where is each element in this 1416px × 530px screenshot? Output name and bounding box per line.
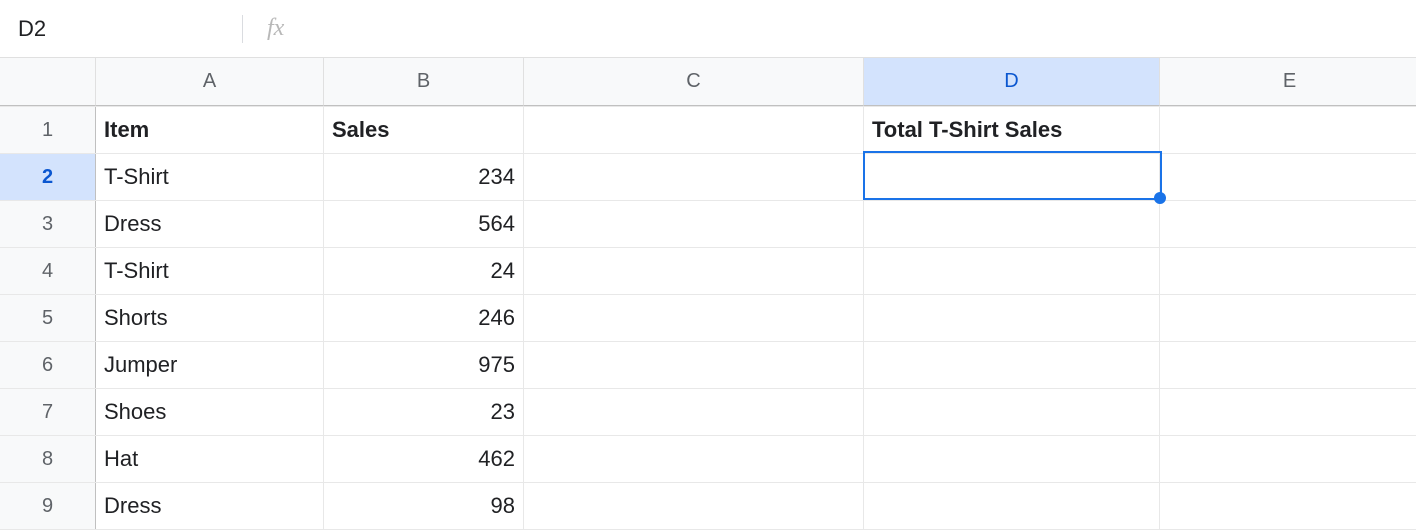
select-all-corner[interactable] bbox=[0, 58, 96, 106]
cell-E5[interactable] bbox=[1160, 295, 1416, 341]
cell-C9[interactable] bbox=[524, 483, 864, 529]
cell-C2[interactable] bbox=[524, 154, 864, 200]
row-header-4[interactable]: 4 bbox=[0, 248, 96, 294]
cell-A6[interactable]: Jumper bbox=[96, 342, 324, 388]
divider bbox=[242, 15, 243, 43]
col-header-B[interactable]: B bbox=[324, 58, 524, 106]
row-9: 9 Dress 98 bbox=[0, 483, 1416, 530]
cell-B3[interactable]: 564 bbox=[324, 201, 524, 247]
col-header-C[interactable]: C bbox=[524, 58, 864, 106]
row-8: 8 Hat 462 bbox=[0, 436, 1416, 483]
cell-C4[interactable] bbox=[524, 248, 864, 294]
cell-B5[interactable]: 246 bbox=[324, 295, 524, 341]
cell-E9[interactable] bbox=[1160, 483, 1416, 529]
cell-E7[interactable] bbox=[1160, 389, 1416, 435]
row-header-5[interactable]: 5 bbox=[0, 295, 96, 341]
cell-B1[interactable]: Sales bbox=[324, 107, 524, 153]
row-3: 3 Dress 564 bbox=[0, 201, 1416, 248]
column-header-row: A B C D E bbox=[0, 58, 1416, 107]
cell-D7[interactable] bbox=[864, 389, 1160, 435]
row-6: 6 Jumper 975 bbox=[0, 342, 1416, 389]
cell-A5[interactable]: Shorts bbox=[96, 295, 324, 341]
row-2: 2 T-Shirt 234 bbox=[0, 154, 1416, 201]
cell-E8[interactable] bbox=[1160, 436, 1416, 482]
cell-B9[interactable]: 98 bbox=[324, 483, 524, 529]
spreadsheet-grid: A B C D E 1 Item Sales Total T-Shirt Sal… bbox=[0, 58, 1416, 530]
fx-icon: fx bbox=[267, 15, 284, 42]
cell-C5[interactable] bbox=[524, 295, 864, 341]
cell-E1[interactable] bbox=[1160, 107, 1416, 153]
row-4: 4 T-Shirt 24 bbox=[0, 248, 1416, 295]
col-header-D[interactable]: D bbox=[864, 58, 1160, 106]
formula-bar: fx bbox=[0, 0, 1416, 58]
cell-E3[interactable] bbox=[1160, 201, 1416, 247]
cell-C7[interactable] bbox=[524, 389, 864, 435]
cell-E6[interactable] bbox=[1160, 342, 1416, 388]
cell-E2[interactable] bbox=[1160, 154, 1416, 200]
row-header-9[interactable]: 9 bbox=[0, 483, 96, 529]
row-header-1[interactable]: 1 bbox=[0, 107, 96, 153]
row-7: 7 Shoes 23 bbox=[0, 389, 1416, 436]
cell-A7[interactable]: Shoes bbox=[96, 389, 324, 435]
cell-A2[interactable]: T-Shirt bbox=[96, 154, 324, 200]
name-box-input[interactable] bbox=[18, 16, 306, 42]
cell-C3[interactable] bbox=[524, 201, 864, 247]
cell-D6[interactable] bbox=[864, 342, 1160, 388]
cell-D9[interactable] bbox=[864, 483, 1160, 529]
cell-B6[interactable]: 975 bbox=[324, 342, 524, 388]
cell-A9[interactable]: Dress bbox=[96, 483, 324, 529]
col-header-E[interactable]: E bbox=[1160, 58, 1416, 106]
row-1: 1 Item Sales Total T-Shirt Sales bbox=[0, 107, 1416, 154]
cell-C8[interactable] bbox=[524, 436, 864, 482]
formula-input[interactable] bbox=[298, 17, 1398, 40]
name-box-wrap[interactable] bbox=[18, 16, 218, 42]
cell-B4[interactable]: 24 bbox=[324, 248, 524, 294]
cell-E4[interactable] bbox=[1160, 248, 1416, 294]
col-header-A[interactable]: A bbox=[96, 58, 324, 106]
cell-B7[interactable]: 23 bbox=[324, 389, 524, 435]
cell-D3[interactable] bbox=[864, 201, 1160, 247]
cell-B2[interactable]: 234 bbox=[324, 154, 524, 200]
cell-C1[interactable] bbox=[524, 107, 864, 153]
cell-A8[interactable]: Hat bbox=[96, 436, 324, 482]
row-header-6[interactable]: 6 bbox=[0, 342, 96, 388]
cell-D5[interactable] bbox=[864, 295, 1160, 341]
row-header-8[interactable]: 8 bbox=[0, 436, 96, 482]
row-header-3[interactable]: 3 bbox=[0, 201, 96, 247]
cell-D4[interactable] bbox=[864, 248, 1160, 294]
cell-A1[interactable]: Item bbox=[96, 107, 324, 153]
cell-D1[interactable]: Total T-Shirt Sales bbox=[864, 107, 1160, 153]
cell-C6[interactable] bbox=[524, 342, 864, 388]
cell-A4[interactable]: T-Shirt bbox=[96, 248, 324, 294]
cell-D8[interactable] bbox=[864, 436, 1160, 482]
cell-B8[interactable]: 462 bbox=[324, 436, 524, 482]
row-header-2[interactable]: 2 bbox=[0, 154, 96, 200]
row-header-7[interactable]: 7 bbox=[0, 389, 96, 435]
cell-A3[interactable]: Dress bbox=[96, 201, 324, 247]
row-5: 5 Shorts 246 bbox=[0, 295, 1416, 342]
cell-D2[interactable] bbox=[864, 154, 1160, 200]
